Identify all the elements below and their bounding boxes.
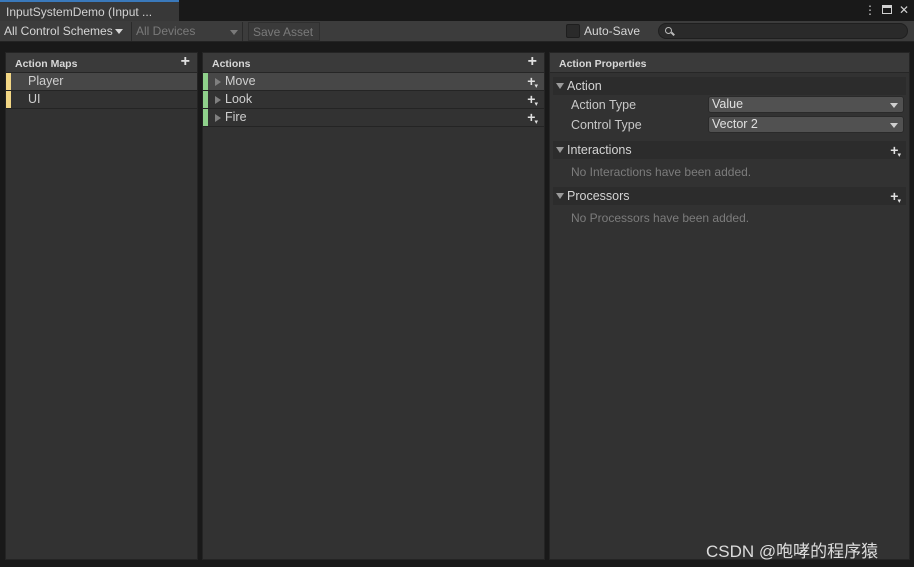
auto-save-label: Auto-Save: [584, 24, 641, 38]
chevron-down-icon: [230, 30, 238, 35]
action-item-move[interactable]: Move +▾: [203, 73, 544, 91]
action-type-value: Value: [712, 97, 744, 111]
control-type-row: Control Type Vector 2: [550, 115, 909, 135]
action-label: Look: [225, 92, 253, 106]
expand-arrow-icon[interactable]: [215, 96, 221, 104]
search-input[interactable]: [658, 23, 908, 39]
search-icon: [665, 27, 672, 34]
control-type-value: Vector 2: [712, 117, 758, 131]
processors-section-header[interactable]: Processors +▾: [553, 187, 906, 205]
toolbar: All Control Schemes All Devices Save Ass…: [0, 21, 914, 42]
action-map-item-ui[interactable]: UI: [6, 91, 197, 109]
control-schemes-dropdown[interactable]: All Control Schemes: [2, 22, 132, 41]
action-maps-title: Action Maps: [15, 58, 78, 70]
action-map-item-player[interactable]: Player: [6, 73, 197, 91]
action-color-stripe: [203, 91, 208, 108]
action-label: Move: [225, 74, 256, 88]
chevron-down-icon: [114, 29, 123, 35]
foldout-arrow-icon: [556, 147, 564, 153]
action-type-row: Action Type Value: [550, 95, 909, 115]
action-label: Fire: [225, 110, 247, 124]
interactions-empty-note: No Interactions have been added.: [571, 165, 752, 179]
action-map-color-stripe: [6, 73, 11, 90]
window-controls: ⋮ ✕: [864, 2, 910, 18]
action-maps-header: Action Maps +: [6, 53, 197, 73]
control-type-label: Control Type: [571, 118, 642, 132]
action-color-stripe: [203, 73, 208, 90]
action-map-label: Player: [28, 74, 64, 88]
action-type-label: Action Type: [571, 98, 637, 112]
foldout-arrow-icon: [556, 83, 564, 89]
action-item-fire[interactable]: Fire +▾: [203, 109, 544, 127]
add-binding-icon[interactable]: +▾: [527, 109, 538, 131]
chevron-down-icon: [890, 103, 898, 108]
devices-dropdown[interactable]: All Devices: [133, 22, 243, 41]
action-map-label: UI: [28, 92, 41, 106]
close-icon[interactable]: ✕: [898, 2, 910, 18]
interactions-section-title: Interactions: [567, 143, 632, 157]
action-section-header[interactable]: Action: [553, 77, 906, 95]
window-titlebar: InputSystemDemo (Input ... ⋮ ✕: [0, 0, 914, 21]
devices-label: All Devices: [136, 24, 196, 38]
action-color-stripe: [203, 109, 208, 126]
chevron-down-icon: [890, 123, 898, 128]
action-item-look[interactable]: Look +▾: [203, 91, 544, 109]
save-asset-button[interactable]: Save Asset: [248, 22, 320, 41]
actions-title: Actions: [212, 58, 251, 70]
control-schemes-label: All Control Schemes: [4, 24, 113, 38]
action-maps-panel: Action Maps + Player UI: [5, 52, 198, 560]
processors-empty-note: No Processors have been added.: [571, 211, 750, 225]
add-interaction-icon[interactable]: +▾: [890, 141, 901, 165]
expand-arrow-icon[interactable]: [215, 78, 221, 86]
foldout-arrow-icon: [556, 193, 564, 199]
action-properties-header: Action Properties: [550, 53, 909, 73]
action-type-dropdown[interactable]: Value: [708, 96, 904, 113]
processors-section-title: Processors: [567, 189, 630, 203]
actions-panel: Actions + Move +▾ Look +▾ Fire +▾: [202, 52, 545, 560]
more-vert-icon[interactable]: ⋮: [864, 2, 876, 18]
action-properties-title: Action Properties: [559, 58, 647, 70]
watermark: CSDN @咆哮的程序猿: [706, 542, 879, 561]
expand-arrow-icon[interactable]: [215, 114, 221, 122]
action-section-title: Action: [567, 79, 602, 93]
control-type-dropdown[interactable]: Vector 2: [708, 116, 904, 133]
action-properties-panel: Action Properties Action Action Type Val…: [549, 52, 910, 560]
auto-save-checkbox[interactable]: [566, 24, 580, 38]
action-map-color-stripe: [6, 91, 11, 108]
actions-header: Actions +: [203, 53, 544, 73]
add-processor-icon[interactable]: +▾: [890, 187, 901, 211]
add-action-map-icon[interactable]: +: [181, 54, 190, 70]
window-tab[interactable]: InputSystemDemo (Input ...: [0, 0, 179, 21]
add-action-icon[interactable]: +: [528, 54, 537, 70]
maximize-icon[interactable]: [882, 5, 892, 14]
interactions-section-header[interactable]: Interactions +▾: [553, 141, 906, 159]
